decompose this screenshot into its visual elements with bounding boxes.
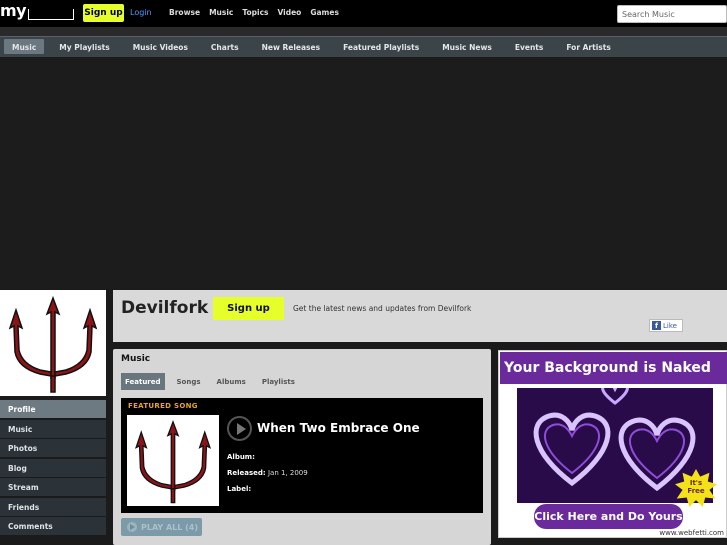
signup-button[interactable]: Sign up xyxy=(213,297,284,320)
subnav-spacer xyxy=(0,27,727,36)
song-title[interactable]: When Two Embrace One xyxy=(257,421,420,435)
trident-icon xyxy=(134,420,212,504)
music-section-title: Music xyxy=(121,354,151,364)
signup-button-top[interactable]: Sign up xyxy=(83,4,124,22)
logo-box-icon xyxy=(28,9,74,20)
subnav-item-events[interactable]: Events xyxy=(507,39,552,54)
tab-albums[interactable]: Albums xyxy=(213,373,250,390)
subnav-item-new-releases[interactable]: New Releases xyxy=(254,39,329,54)
facebook-like-button[interactable]: f Like xyxy=(649,319,683,332)
topnav-topics[interactable]: Topics xyxy=(242,8,268,17)
play-circle-icon xyxy=(127,522,137,532)
topnav-browse[interactable]: Browse xyxy=(169,8,200,17)
released-value: Jan 1, 2009 xyxy=(267,469,308,477)
artist-avatar xyxy=(0,290,106,396)
play-all-label: PLAY ALL (4) xyxy=(141,522,199,532)
released-meta: Released: Jan 1, 2009 xyxy=(227,469,308,477)
subnav-item-for-artists[interactable]: For Artists xyxy=(558,39,618,54)
subnav-item-music-videos[interactable]: Music Videos xyxy=(125,39,196,54)
sidebar-item-music[interactable]: Music xyxy=(0,419,106,438)
subnav-item-charts[interactable]: Charts xyxy=(203,39,247,54)
like-label: Like xyxy=(663,321,677,330)
featured-song-label: FEATURED SONG xyxy=(128,402,198,410)
facebook-icon: f xyxy=(652,321,661,330)
sidebar-item-stream[interactable]: Stream xyxy=(0,478,106,496)
music-tabs: Featured Songs Albums Playlists xyxy=(121,373,299,390)
artist-name: Devilfork xyxy=(121,298,209,318)
artist-header: Devilfork Sign up Get the latest news an… xyxy=(113,290,727,342)
album-meta: Album: xyxy=(227,453,255,461)
music-subnav: Music My Playlists Music Videos Charts N… xyxy=(0,36,727,57)
label-meta: Label: xyxy=(227,485,251,493)
topnav-games[interactable]: Games xyxy=(310,8,339,17)
subnav-item-music-news[interactable]: Music News xyxy=(434,39,500,54)
tab-songs[interactable]: Songs xyxy=(173,373,205,390)
subnav-item-music[interactable]: Music xyxy=(4,39,45,54)
tab-playlists[interactable]: Playlists xyxy=(258,373,299,390)
search-input[interactable] xyxy=(617,5,727,23)
topnav-video[interactable]: Video xyxy=(277,8,301,17)
sidebar-item-blog[interactable]: Blog xyxy=(0,458,106,477)
sidebar-item-friends[interactable]: Friends xyxy=(0,497,106,516)
profile-banner xyxy=(0,57,727,289)
top-bar: my Sign up Login Browse Music Topics Vid… xyxy=(0,0,727,27)
profile-sidenav: Profile Music Photos Blog Stream Friends… xyxy=(0,400,106,537)
signup-tagline: Get the latest news and updates from Dev… xyxy=(293,304,472,313)
ad-url: www.webfetti.com xyxy=(659,529,724,537)
trident-icon xyxy=(8,295,98,393)
play-icon[interactable] xyxy=(227,416,252,441)
site-logo[interactable]: my xyxy=(0,1,27,20)
ad-headline: Your Background is Naked xyxy=(500,352,727,384)
sidebar-item-comments[interactable]: Comments xyxy=(0,517,106,535)
featured-song-card: FEATURED SONG When Two Embrace One Album… xyxy=(121,398,483,513)
record-label-label: Label: xyxy=(227,485,252,493)
webfetti-ad[interactable]: Your Background is Naked It's Free Click… xyxy=(498,350,727,538)
released-label: Released: xyxy=(227,469,266,477)
album-label: Album: xyxy=(227,453,255,461)
subnav-item-my-playlists[interactable]: My Playlists xyxy=(51,39,117,54)
play-all-button[interactable]: PLAY ALL (4) xyxy=(121,518,202,536)
sidebar-item-photos[interactable]: Photos xyxy=(0,439,106,457)
sidebar-item-profile[interactable]: Profile xyxy=(0,400,106,418)
login-link[interactable]: Login xyxy=(130,8,152,17)
song-artwork xyxy=(127,415,219,506)
tab-featured[interactable]: Featured xyxy=(121,373,165,390)
ad-cta-button[interactable]: Click Here and Do Yours xyxy=(534,504,683,529)
subnav-item-featured-playlists[interactable]: Featured Playlists xyxy=(335,39,427,54)
top-nav: Browse Music Topics Video Games xyxy=(169,8,339,17)
music-panel: Music Featured Songs Albums Playlists FE… xyxy=(113,349,491,545)
topnav-music[interactable]: Music xyxy=(209,8,233,17)
